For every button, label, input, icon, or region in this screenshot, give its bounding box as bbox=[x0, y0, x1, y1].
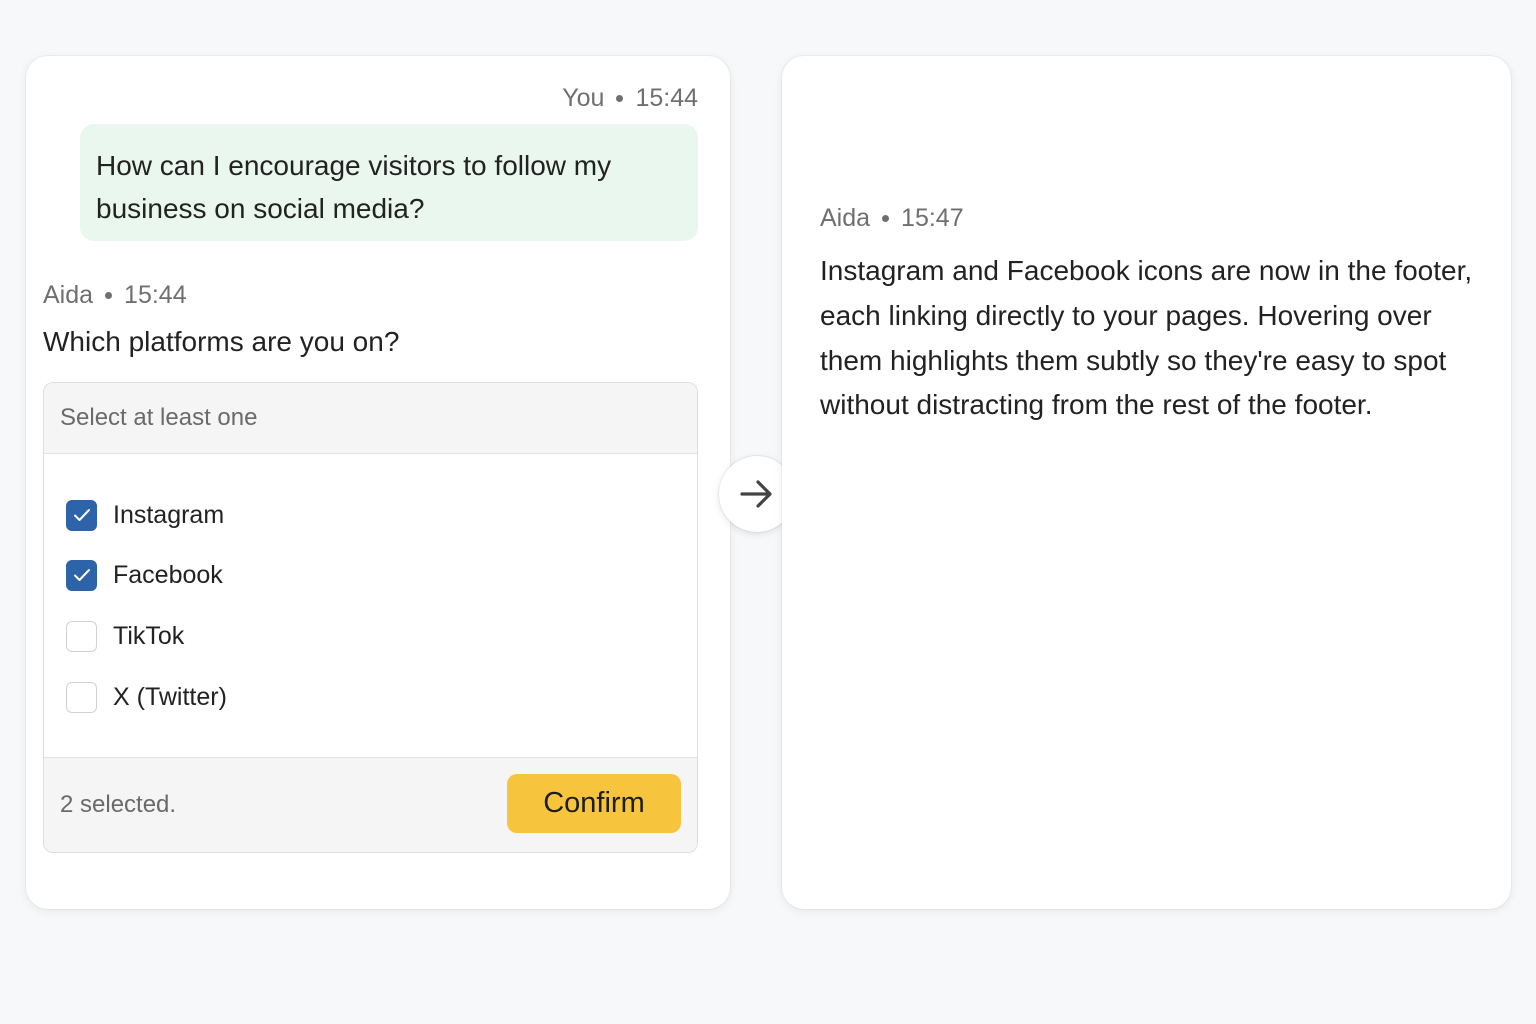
arrow-right-icon bbox=[740, 480, 772, 508]
multiselect-footer: 2 selected. Confirm bbox=[44, 757, 697, 852]
assistant-message-meta: Aida 15:44 bbox=[43, 281, 187, 310]
separator-dot bbox=[616, 95, 624, 102]
platform-multiselect: Select at least one Instagram Facebook T… bbox=[43, 382, 698, 853]
assistant-message-meta: Aida 15:47 bbox=[820, 204, 964, 233]
confirm-button[interactable]: Confirm bbox=[507, 774, 681, 833]
selected-count: 2 selected. bbox=[60, 791, 177, 818]
user-message-meta: You 15:44 bbox=[562, 84, 698, 113]
message-time: 15:47 bbox=[901, 204, 964, 232]
message-time: 15:44 bbox=[124, 281, 187, 309]
option-label: Instagram bbox=[113, 500, 225, 529]
message-author: Aida bbox=[820, 204, 871, 232]
chat-panel-left: You 15:44 How can I encourage visitors t… bbox=[26, 56, 730, 909]
separator-dot bbox=[105, 292, 113, 299]
option-label: TikTok bbox=[113, 621, 185, 650]
option-tiktok[interactable]: TikTok bbox=[66, 618, 184, 654]
assistant-question: Which platforms are you on? bbox=[43, 326, 400, 357]
separator-dot bbox=[882, 215, 890, 222]
message-time: 15:44 bbox=[635, 84, 698, 112]
checkbox-unchecked-icon[interactable] bbox=[66, 620, 97, 652]
checkbox-checked-icon[interactable] bbox=[66, 559, 97, 591]
user-message-bubble: How can I encourage visitors to follow m… bbox=[80, 124, 698, 241]
multiselect-instruction: Select at least one bbox=[44, 383, 697, 454]
option-label: Facebook bbox=[113, 560, 223, 589]
chat-comparison-view: You 15:44 How can I encourage visitors t… bbox=[0, 0, 1536, 1024]
option-instagram[interactable]: Instagram bbox=[66, 497, 224, 533]
option-label: X (Twitter) bbox=[113, 682, 227, 711]
message-author: Aida bbox=[43, 281, 94, 309]
checkbox-checked-icon[interactable] bbox=[66, 499, 97, 531]
message-author: You bbox=[562, 84, 605, 112]
option-x-twitter[interactable]: X (Twitter) bbox=[66, 679, 227, 715]
platform-options: Instagram Facebook TikTok X (Twitter) bbox=[44, 454, 697, 757]
chat-panel-right: Aida 15:47 Instagram and Facebook icons … bbox=[782, 56, 1511, 909]
checkbox-unchecked-icon[interactable] bbox=[66, 681, 97, 713]
assistant-response: Instagram and Facebook icons are now in … bbox=[820, 255, 1473, 421]
option-facebook[interactable]: Facebook bbox=[66, 557, 223, 593]
